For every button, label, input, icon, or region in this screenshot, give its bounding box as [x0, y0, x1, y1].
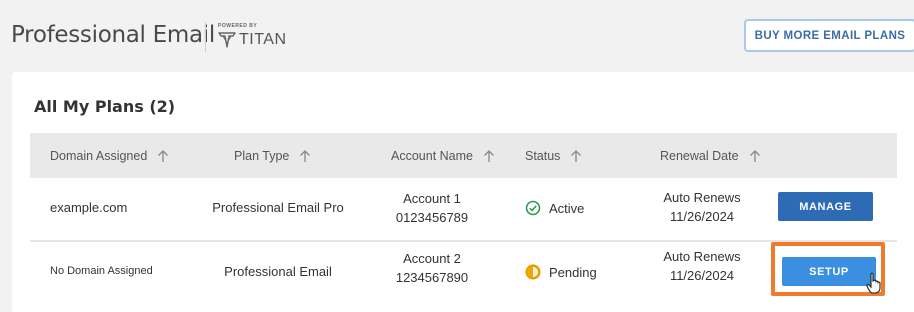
pending-status-icon — [525, 264, 541, 280]
column-header-plan-type[interactable]: Plan Type — [234, 133, 311, 178]
status-cell: Pending — [525, 264, 597, 280]
account-number: 1234567890 — [395, 270, 469, 285]
table-header: Domain Assigned Plan Type Account Name S… — [30, 133, 897, 178]
account-name-cell: Account 2 1234567890 — [380, 249, 484, 287]
column-header-renewal-date[interactable]: Renewal Date — [660, 133, 761, 178]
status-label: Pending — [549, 264, 597, 280]
column-label: Status — [525, 148, 561, 163]
plans-card: All My Plans (2) Domain Assigned Plan Ty… — [12, 72, 914, 312]
buy-more-email-plans-button[interactable]: BUY MORE EMAIL PLANS — [744, 19, 914, 52]
column-header-domain-assigned[interactable]: Domain Assigned — [50, 133, 169, 178]
table-row: No Domain Assigned Professional Email Ac… — [30, 242, 897, 304]
renewal-type: Auto Renews — [663, 249, 741, 264]
account-name-cell: Account 1 0123456789 — [380, 189, 484, 227]
plans-title: All My Plans (2) — [34, 97, 176, 116]
renewal-date-cell: Auto Renews 11/26/2024 — [650, 247, 754, 285]
sort-arrow-up-icon[interactable] — [157, 149, 169, 163]
titan-logo-icon — [218, 32, 236, 48]
plan-type-cell: Professional Email Pro — [212, 200, 344, 215]
check-circle-icon — [525, 200, 541, 216]
status-cell: Active — [525, 200, 584, 216]
sort-arrow-up-icon[interactable] — [570, 149, 582, 163]
sort-arrow-up-icon[interactable] — [483, 149, 495, 163]
hand-pointer-icon — [866, 272, 881, 294]
column-label: Plan Type — [234, 148, 290, 163]
account-number: 0123456789 — [395, 210, 469, 225]
account-name: Account 1 — [403, 191, 461, 206]
domain-cell: example.com — [50, 200, 128, 215]
page-title: Professional Email — [11, 22, 215, 48]
manage-button[interactable]: MANAGE — [778, 192, 873, 221]
column-label: Account Name — [391, 148, 473, 163]
table-row: example.com Professional Email Pro Accou… — [30, 178, 897, 242]
plan-type-cell: Professional Email — [224, 264, 332, 279]
renewal-date-cell: Auto Renews 11/26/2024 — [650, 188, 754, 226]
column-header-account-name[interactable]: Account Name — [391, 133, 495, 178]
titan-logo: TITAN — [218, 31, 287, 49]
renewal-date: 11/26/2024 — [669, 209, 735, 224]
account-name: Account 2 — [403, 251, 461, 266]
renewal-type: Auto Renews — [663, 190, 741, 205]
page-header: Professional Email POWERED BY TITAN BUY … — [0, 0, 914, 72]
sort-arrow-up-icon[interactable] — [299, 149, 311, 163]
column-label: Domain Assigned — [50, 148, 148, 163]
domain-cell: No Domain Assigned — [50, 265, 153, 277]
column-header-status[interactable]: Status — [525, 133, 582, 178]
column-label: Renewal Date — [660, 148, 739, 163]
renewal-date: 11/26/2024 — [669, 268, 735, 283]
setup-button[interactable]: SETUP — [782, 257, 876, 286]
brand-divider — [205, 22, 206, 52]
sort-arrow-up-icon[interactable] — [749, 149, 761, 163]
powered-by-label: POWERED BY — [218, 23, 258, 29]
titan-brand-text: TITAN — [239, 31, 287, 48]
status-label: Active — [549, 200, 585, 216]
